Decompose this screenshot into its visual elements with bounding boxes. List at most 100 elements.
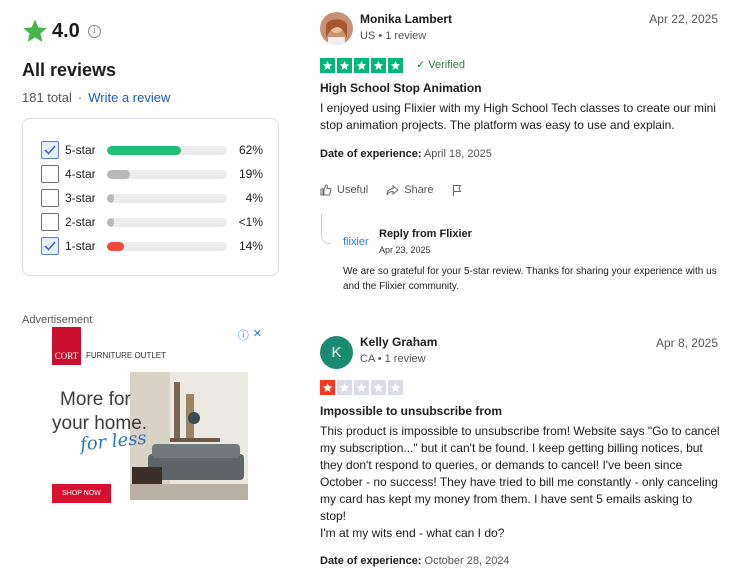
review-title[interactable]: High School Stop Animation: [320, 81, 482, 95]
reply-date: Apr 23, 2025: [379, 245, 431, 255]
review-title[interactable]: Impossible to unsubscribe from: [320, 404, 502, 418]
cort-logo: CORT: [52, 327, 81, 365]
review-paragraph: I'm at my wits end - what can I do?: [320, 526, 505, 540]
star-empty: [371, 380, 386, 395]
review-card: K Kelly Graham CA • 1 review Apr 8, 2025…: [320, 335, 720, 575]
star-filled: [371, 58, 386, 73]
share-button[interactable]: Share: [386, 184, 434, 196]
distribution-bar-fill: [107, 217, 115, 227]
ad-brand-text: FURNITURE OUTLET: [86, 351, 166, 360]
filter-checkbox[interactable]: [41, 189, 59, 207]
company-logo: flixier: [343, 236, 369, 248]
date-of-experience-value: April 18, 2025: [423, 148, 492, 160]
date-of-experience-label: Date of experience:: [320, 555, 422, 567]
avatar[interactable]: [320, 12, 353, 45]
review-body: I enjoyed using Flixier with my High Sch…: [320, 100, 720, 134]
ad-info-icon[interactable]: ⓘ: [238, 327, 249, 343]
distribution-bar-track: [107, 217, 227, 227]
star-filter-panel: 5-star 62% 4-star 19% 3-star 4% 2-star <…: [22, 118, 279, 276]
all-reviews-heading: All reviews: [22, 60, 117, 80]
avatar[interactable]: K: [320, 336, 353, 369]
rating-summary: 4.0 i: [22, 18, 101, 44]
flag-icon: [452, 185, 461, 196]
filter-percentage: 14%: [238, 239, 263, 253]
review-body: This product is impossible to unsubscrib…: [320, 423, 720, 542]
review-paragraph: I enjoyed using Flixier with my High Sch…: [320, 101, 716, 132]
check-icon: [44, 241, 56, 251]
filter-row-5-star[interactable]: 5-star 62%: [41, 140, 263, 160]
filter-percentage: 62%: [238, 143, 263, 157]
distribution-bar-track: [107, 145, 227, 155]
advertisement-label: Advertisement: [22, 314, 93, 326]
reply-body: We are so grateful for your 5-star revie…: [343, 266, 717, 292]
distribution-bar-fill: [107, 169, 130, 179]
useful-label: Useful: [337, 184, 369, 196]
living-room-image: [130, 372, 248, 500]
filter-row-4-star[interactable]: 4-star 19%: [41, 164, 263, 184]
verified-label: Verified: [428, 59, 465, 71]
filter-checkbox[interactable]: [41, 141, 59, 159]
filter-percentage: 4%: [245, 191, 263, 205]
verified-badge: ✓ Verified: [416, 58, 465, 71]
star-filled: [320, 380, 335, 395]
date-of-experience: Date of experience: April 18, 2025: [320, 148, 492, 160]
date-of-experience: Date of experience: October 28, 2024: [320, 555, 510, 567]
star-empty: [337, 380, 352, 395]
ad-headline-line-1: More for: [60, 389, 131, 410]
filter-label: 3-star: [65, 191, 96, 205]
info-icon[interactable]: i: [87, 24, 101, 38]
review-card: Monika Lambert US • 1 review Apr 22, 202…: [320, 11, 720, 211]
distribution-bar-track: [107, 193, 227, 203]
filter-label: 2-star: [65, 215, 96, 229]
share-icon: [386, 184, 399, 195]
shop-now-button[interactable]: SHOP NOW: [52, 484, 111, 503]
reviewer-meta: US • 1 review: [360, 30, 427, 42]
check-icon: [44, 145, 56, 155]
star-filled: [337, 58, 352, 73]
filter-percentage: <1%: [238, 215, 263, 229]
distribution-bar-fill: [107, 193, 115, 203]
star-rating: [320, 380, 403, 395]
review-date: Apr 22, 2025: [649, 12, 718, 26]
review-totals: 181 total · Write a review: [22, 90, 171, 105]
filter-row-3-star[interactable]: 3-star 4%: [41, 188, 263, 208]
distribution-bar-fill: [107, 241, 124, 251]
user-photo: [320, 12, 353, 45]
reviewer-name[interactable]: Kelly Graham: [360, 335, 437, 349]
reply-heading: Reply from Flixier: [379, 228, 472, 240]
ad-controls[interactable]: ⓘ ✕: [238, 327, 262, 343]
reviewer-name[interactable]: Monika Lambert: [360, 12, 452, 26]
average-rating: 4.0: [52, 19, 80, 42]
distribution-bar-track: [107, 241, 227, 251]
reply-connector: [321, 214, 331, 244]
filter-row-2-star[interactable]: 2-star <1%: [41, 212, 263, 232]
advertisement-banner[interactable]: ⓘ ✕ CORT FURNITURE OUTLET More for your …: [52, 327, 262, 507]
ad-close-icon[interactable]: ✕: [253, 327, 262, 343]
filter-row-1-star[interactable]: 1-star 14%: [41, 236, 263, 256]
star-filled: [354, 58, 369, 73]
date-of-experience-label: Date of experience:: [320, 148, 422, 160]
star-empty: [388, 380, 403, 395]
filter-label: 1-star: [65, 239, 96, 253]
report-button[interactable]: [452, 184, 463, 196]
useful-button[interactable]: Useful: [320, 184, 368, 196]
reviewer-meta: CA • 1 review: [360, 353, 426, 365]
star-rating: [320, 58, 403, 73]
filter-checkbox[interactable]: [41, 213, 59, 231]
filter-checkbox[interactable]: [41, 165, 59, 183]
distribution-bar-track: [107, 169, 227, 179]
review-paragraph: This product is impossible to unsubscrib…: [320, 424, 720, 523]
filter-percentage: 19%: [238, 167, 263, 181]
thumbs-up-icon: [320, 184, 332, 196]
star-filled: [320, 58, 335, 73]
date-of-experience-value: October 28, 2024: [424, 555, 510, 567]
filter-checkbox[interactable]: [41, 237, 59, 255]
distribution-bar-fill: [107, 145, 182, 155]
star-empty: [354, 380, 369, 395]
write-review-link[interactable]: Write a review: [88, 90, 170, 105]
share-label: Share: [404, 184, 434, 196]
filter-label: 5-star: [65, 143, 96, 157]
star-icon: [23, 19, 47, 42]
filter-label: 4-star: [65, 167, 96, 181]
total-count: 181 total: [22, 90, 72, 105]
